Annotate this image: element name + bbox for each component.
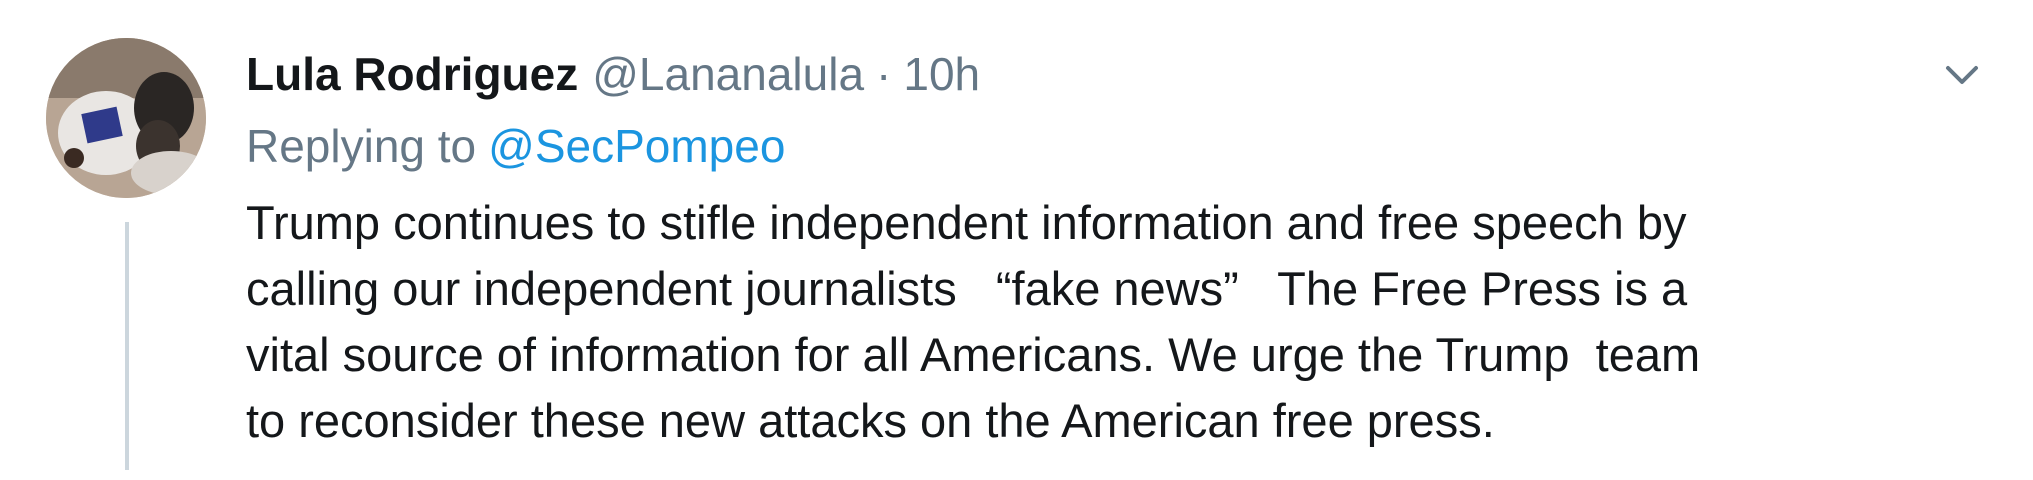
reply-label: Replying to: [246, 120, 477, 172]
user-handle[interactable]: @Lananalula: [592, 48, 864, 100]
reply-handle-link[interactable]: @SecPompeo: [488, 120, 785, 172]
tweet-text-line: Trump continues to stifle independent in…: [246, 196, 1687, 249]
avatar[interactable]: [46, 38, 206, 198]
display-name[interactable]: Lula Rodriguez: [246, 48, 578, 100]
replying-to: Replying to @SecPompeo: [246, 114, 785, 178]
thread-line: [125, 222, 129, 470]
separator-dot: ·: [876, 48, 892, 100]
tweet-header: Lula Rodriguez @Lananalula · 10h: [246, 40, 980, 108]
tweet-text-line: vital source of information for all Amer…: [246, 328, 1701, 381]
timestamp[interactable]: 10h: [903, 48, 980, 100]
chevron-down-icon[interactable]: [1940, 52, 1984, 96]
tweet-text-line: calling our independent journalists “fak…: [246, 262, 1688, 315]
tweet: Lula Rodriguez @Lananalula · 10h Replying t…: [0, 0, 2033, 480]
tweet-text-line: to reconsider these new attacks on the A…: [246, 394, 1495, 447]
tweet-text: Trump continues to stifle independent in…: [246, 190, 2006, 454]
avatar-image: [46, 38, 206, 198]
